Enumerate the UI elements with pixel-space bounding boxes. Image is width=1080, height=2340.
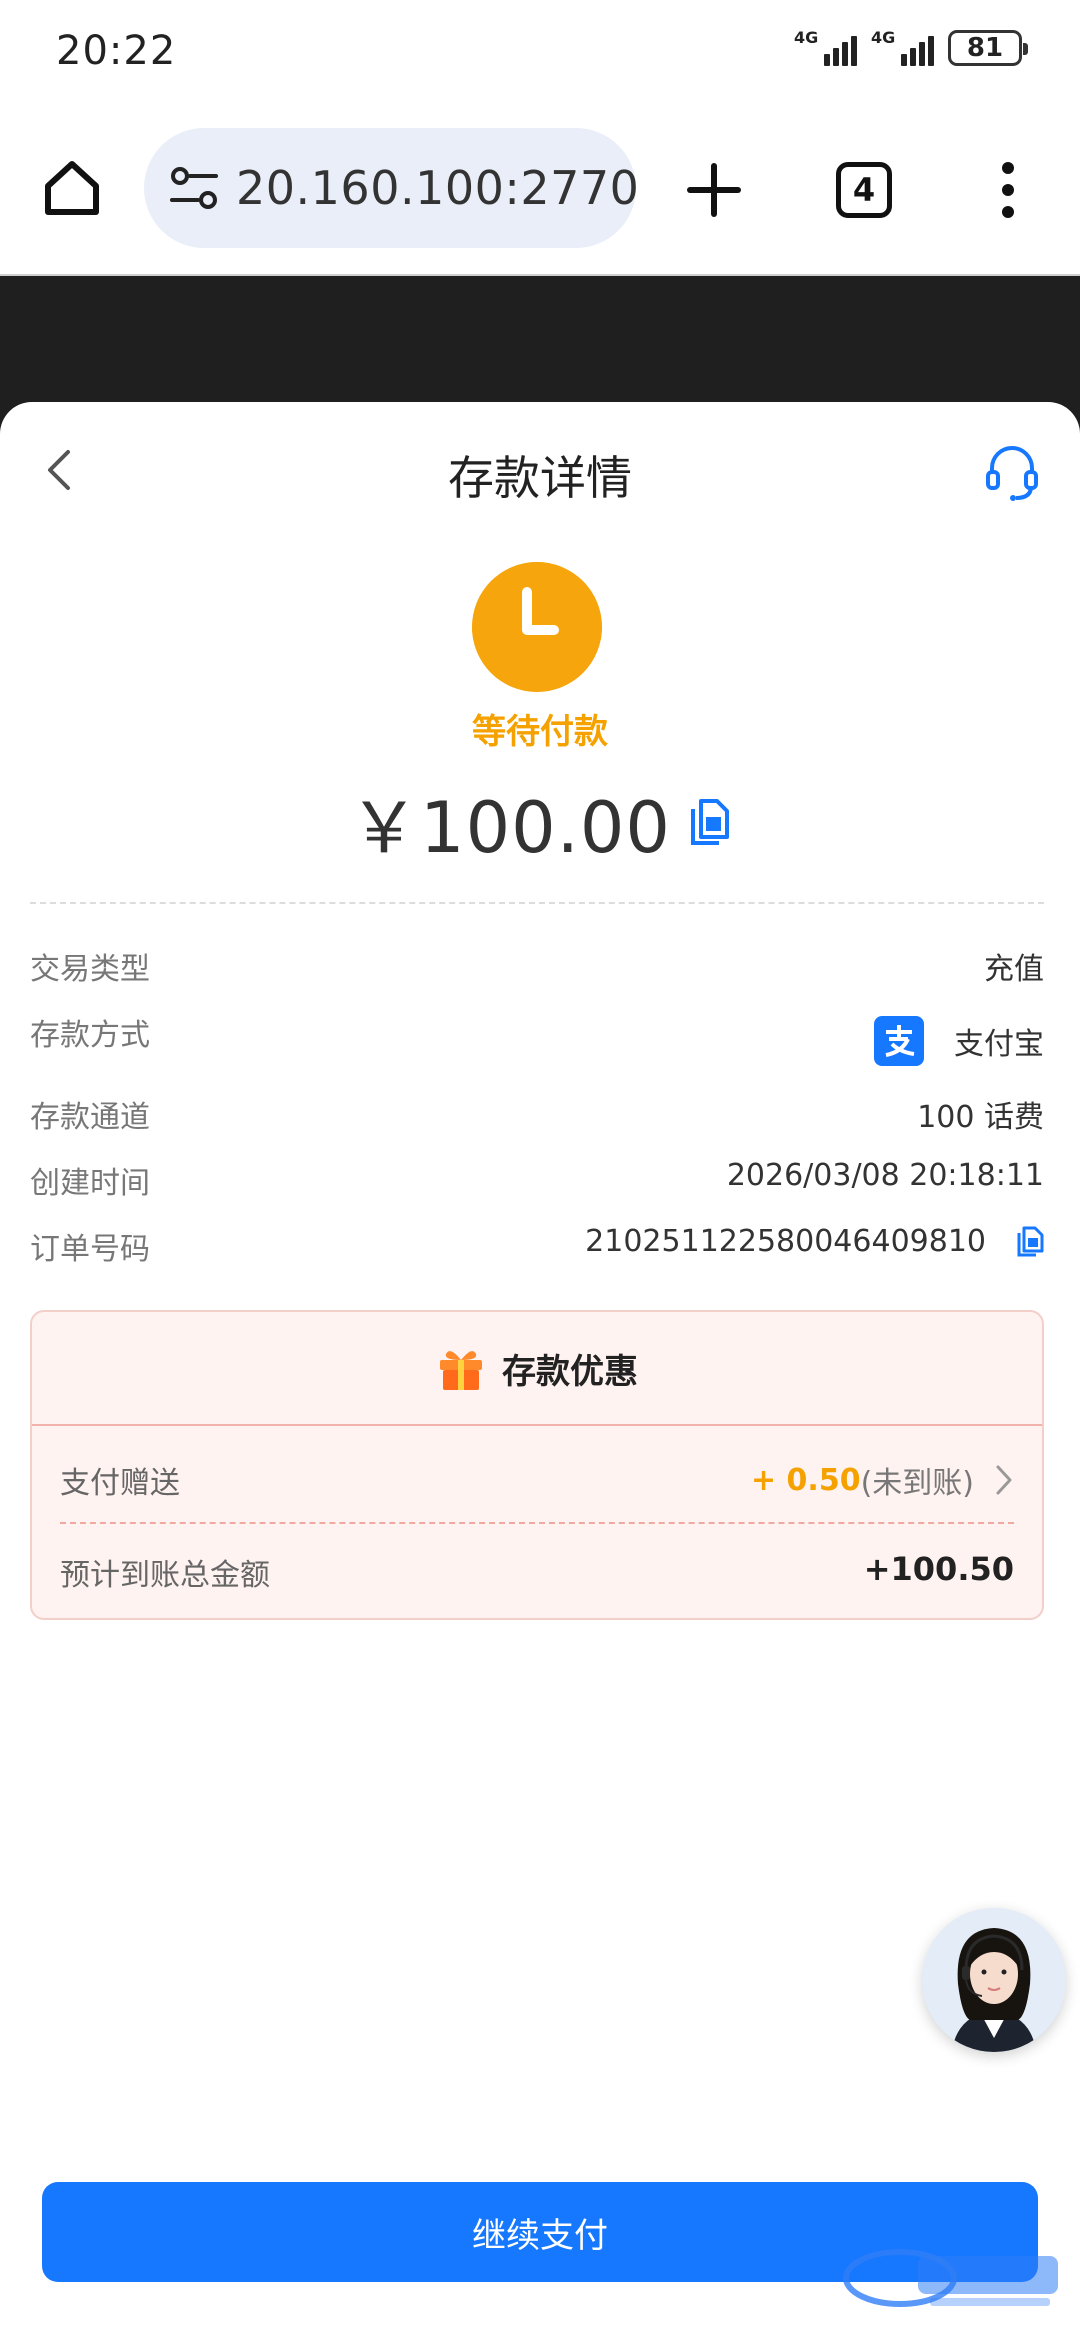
status-bar: 20:22 4G 4G 81 — [0, 0, 1080, 110]
url-text: 20.160.100:27707 — [236, 161, 636, 215]
network-label-2: 4G — [871, 28, 896, 47]
promo-total-row: 预计到账总金额 +100.50 — [60, 1550, 1014, 1600]
promo-header: 存款优惠 — [32, 1312, 1042, 1426]
browser-toolbar: 20.160.100:27707 4 — [0, 110, 1080, 276]
home-icon[interactable] — [40, 156, 104, 220]
detail-value: 支付宝 — [954, 1027, 1044, 1062]
page-title: 存款详情 — [448, 451, 632, 505]
detail-row-method: 存款方式 支付宝 — [30, 1010, 1044, 1070]
bonus-label: 支付赠送 — [60, 1466, 180, 1501]
detail-value: 充值 — [984, 952, 1044, 987]
detail-label: 创建时间 — [30, 1166, 150, 1201]
copy-icon[interactable] — [1016, 1226, 1044, 1258]
detail-label: 交易类型 — [30, 952, 150, 987]
detail-row-order: 订单号码 210251122580046409810 — [30, 1224, 1044, 1274]
detail-value: 2026/03/08 20:18:11 — [726, 1158, 1044, 1193]
amount-row: ￥100.00 — [0, 772, 1080, 873]
order-number: 210251122580046409810 — [585, 1224, 986, 1259]
signal-icon: 4G — [794, 30, 857, 66]
promo-card: 存款优惠 支付赠送 + 0.50 (未到账) 预计到账总金额 +100.50 — [30, 1310, 1044, 1620]
detail-row-created: 创建时间 2026/03/08 20:18:11 — [30, 1158, 1044, 1208]
bonus-value: + 0.50 — [750, 1462, 861, 1498]
payment-status: 等待付款 — [472, 712, 608, 752]
promo-bonus-row[interactable]: 支付赠送 + 0.50 (未到账) — [60, 1458, 1014, 1508]
gift-icon — [440, 1351, 482, 1390]
detail-label: 存款方式 — [30, 1018, 150, 1053]
total-label: 预计到账总金额 — [60, 1558, 270, 1593]
detail-value-order: 210251122580046409810 — [585, 1224, 1044, 1259]
total-value: +100.50 — [863, 1550, 1014, 1588]
bonus-value-group: + 0.50 (未到账) — [751, 1458, 1014, 1502]
site-settings-icon[interactable] — [168, 164, 228, 212]
url-bar[interactable]: 20.160.100:27707 — [144, 128, 636, 248]
signal-icon-2: 4G — [871, 30, 934, 66]
status-time: 20:22 — [56, 28, 177, 74]
watermark-logo — [843, 2249, 1058, 2307]
headset-icon[interactable] — [986, 444, 1038, 502]
detail-label: 存款通道 — [30, 1100, 150, 1135]
battery-icon: 81 — [948, 30, 1028, 66]
deposit-detail-sheet: 存款详情 等待付款 ￥100.00 交易类型 充值 存款方式 支付宝 存款通道 … — [0, 402, 1080, 2340]
customer-service-avatar[interactable] — [922, 1908, 1066, 2052]
tabs-icon[interactable]: 4 — [836, 162, 892, 218]
network-label-1: 4G — [794, 28, 819, 47]
divider — [60, 1522, 1014, 1524]
chevron-right-icon[interactable] — [994, 1463, 1014, 1497]
divider — [30, 902, 1044, 904]
more-vert-icon[interactable] — [996, 162, 1020, 218]
detail-label: 订单号码 — [30, 1232, 150, 1267]
copy-icon[interactable] — [689, 798, 731, 847]
status-indicators: 4G 4G 81 — [794, 30, 1028, 66]
clock-icon — [472, 562, 602, 692]
promo-title: 存款优惠 — [502, 1351, 638, 1392]
plus-icon[interactable] — [686, 162, 742, 218]
amount: ￥100.00 — [349, 787, 671, 869]
detail-row-channel: 存款通道 100 话费 — [30, 1092, 1044, 1142]
alipay-icon — [874, 1016, 924, 1066]
detail-row-type: 交易类型 充值 — [30, 944, 1044, 994]
detail-value-method: 支付宝 — [874, 1016, 1044, 1066]
detail-value: 100 话费 — [917, 1100, 1044, 1135]
bonus-note: (未到账) — [860, 1466, 974, 1501]
